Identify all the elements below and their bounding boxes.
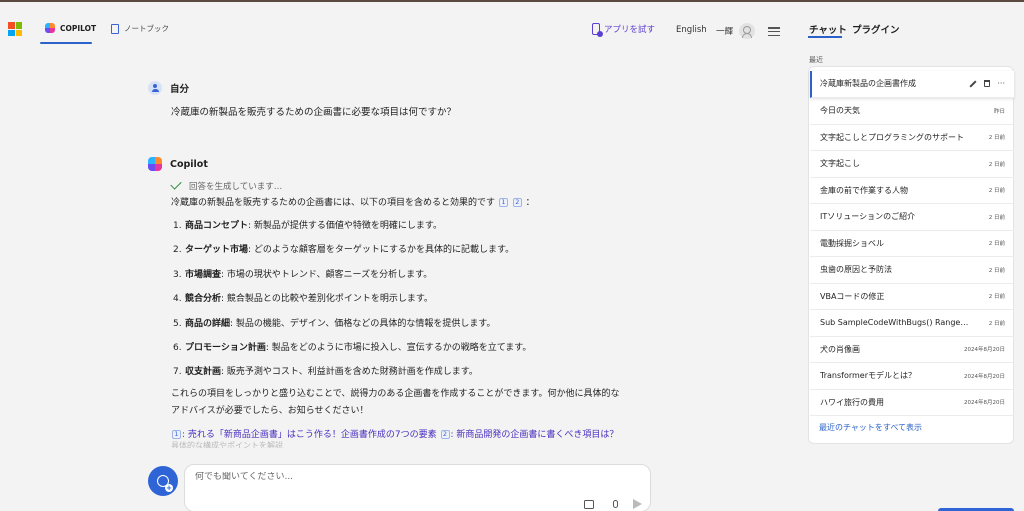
tab-plugins[interactable]: プラグイン bbox=[852, 22, 900, 36]
recent-heading: 最近 bbox=[809, 56, 823, 64]
list-item: 6. プロモーション計画: 製品をどのように市場に投入し、宣伝するかの戦略を立てま… bbox=[173, 342, 532, 353]
closing-line-1: これらの項目をしっかりと盛り込むことで、説得力のある企画書を作成することができま… bbox=[171, 388, 620, 399]
edit-icon[interactable] bbox=[969, 80, 977, 88]
citation-1[interactable]: 1 bbox=[498, 198, 508, 207]
reference-2-number[interactable]: 2 bbox=[440, 429, 450, 439]
reference-2-link[interactable]: : 新商品開発の企画書に書くべき項目は？ bbox=[451, 430, 619, 440]
chat-item[interactable]: 虫歯の原因と予防法 2 日前 bbox=[810, 257, 1014, 284]
active-tab-indicator bbox=[40, 42, 92, 44]
list-item: 3. 市場調査: 市場の現状やトレンド、顧客ニーズを分析します。 bbox=[173, 269, 433, 280]
list-item: 1. 商品コンセプト: 新製品が提供する価値や特徴を明確にします。 bbox=[173, 221, 443, 231]
panel-tab-indicator bbox=[808, 36, 842, 38]
new-topic-button[interactable] bbox=[148, 466, 178, 496]
reference-1-number[interactable]: 1 bbox=[172, 429, 181, 439]
try-app-label: アプリを試す bbox=[604, 25, 656, 35]
user-avatar-icon bbox=[148, 81, 162, 95]
list-item: 5. 商品の詳細: 製品の機能、デザイン、価格などの具体的な情報を提供します。 bbox=[173, 318, 496, 329]
chat-item[interactable]: ITソリューションのご紹介 2 日前 bbox=[810, 204, 1014, 231]
chat-item[interactable]: 文字起こしとプログラミングのサポート 2 日前 bbox=[810, 125, 1014, 151]
chat-input[interactable] bbox=[195, 472, 635, 482]
chat-item[interactable]: 金庫の前で作業する人物 2 日前 bbox=[810, 178, 1014, 204]
show-all-chats-link[interactable]: 最近のチャットをすべて表示 bbox=[819, 422, 922, 433]
new-chat-icon bbox=[157, 475, 173, 492]
recent-chats-list: 冷蔵庫新製品の企画書作成 ··· 今日の天気 昨日 文字起こしとプログラミングのサ… bbox=[808, 66, 1014, 444]
tab-chat[interactable]: チャット bbox=[809, 22, 847, 36]
chat-item[interactable]: 文字起こし 2 日前 bbox=[810, 151, 1014, 178]
chat-actions: ··· bbox=[969, 79, 1005, 88]
menu-icon[interactable] bbox=[768, 27, 780, 36]
more-options-icon[interactable]: ··· bbox=[997, 79, 1005, 88]
generation-status: 回答を生成しています… bbox=[170, 178, 283, 192]
user-message: 冷蔵庫の新製品を販売するための企画書に必要な項目は何ですか？ bbox=[171, 107, 457, 118]
tab-copilot[interactable]: COPILOT bbox=[45, 23, 96, 33]
tab-notebook[interactable]: ノートブック bbox=[111, 23, 169, 34]
side-panel: チャット プラグイン 最近 冷蔵庫新製品の企画書作成 ··· 今日の天気 昨日 文… bbox=[800, 2, 1024, 511]
copilot-logo-icon bbox=[148, 157, 162, 171]
avatar-icon[interactable] bbox=[739, 23, 755, 39]
chat-item[interactable]: 犬の肖像画 2024年8月20日 bbox=[810, 337, 1014, 363]
tab-notebook-label: ノートブック bbox=[124, 24, 169, 33]
microsoft-logo-icon[interactable] bbox=[8, 22, 22, 36]
send-icon[interactable] bbox=[633, 499, 642, 509]
delete-icon[interactable] bbox=[984, 80, 991, 88]
intro-text: 冷蔵庫の新製品を販売するための企画書には、以下の項目を含めると効果的です bbox=[171, 198, 496, 208]
list-item: 2. ターゲット市場: どのような顧客層をターゲットにするかを具体的に記載します。 bbox=[173, 245, 515, 256]
chat-item[interactable]: Transformerモデルとは？ 2024年8月20日 bbox=[810, 363, 1014, 390]
chat-item[interactable]: 今日の天気 昨日 bbox=[810, 98, 1014, 125]
chat-title: 冷蔵庫新製品の企画書作成 bbox=[820, 79, 916, 89]
bot-message-body: 冷蔵庫の新製品を販売するための企画書には、以下の項目を含めると効果的です 1 2… bbox=[171, 197, 651, 448]
user-name[interactable]: 一輝 bbox=[716, 25, 733, 37]
checkmark-icon bbox=[170, 178, 182, 190]
bot-label: Copilot bbox=[170, 158, 208, 170]
chat-item[interactable]: ハワイ旅行の費用 2024年8月20日 bbox=[810, 390, 1014, 416]
response-closing: これらの項目をしっかりと盛り込むことで、説得力のある企画書を作成することができま… bbox=[171, 386, 651, 420]
intro-end: ： bbox=[525, 198, 535, 208]
copilot-icon bbox=[45, 23, 55, 33]
reference-1-link[interactable]: : 売れる「新商品企画書」はこう作る！企画書作成の7つの要素 bbox=[182, 430, 437, 440]
user-label: 自分 bbox=[170, 84, 190, 95]
chat-item[interactable]: VBAコードの修正 2 日前 bbox=[810, 284, 1014, 310]
microphone-icon[interactable] bbox=[613, 500, 618, 508]
notebook-icon bbox=[111, 23, 119, 34]
status-text: 回答を生成しています… bbox=[189, 182, 283, 192]
phone-icon bbox=[592, 23, 603, 37]
list-item: 4. 競合分析: 競合製品との比較や差別化ポイントを明示します。 bbox=[173, 294, 433, 305]
chat-item[interactable]: Sub SampleCodeWithBugs() Range("A1").2 日… bbox=[810, 310, 1014, 337]
chat-composer bbox=[184, 464, 651, 511]
citation-2[interactable]: 2 bbox=[512, 198, 522, 207]
user-message-header: 自分 bbox=[148, 81, 189, 95]
closing-line-2: アドバイスが必要でしたら、お知らせください！ bbox=[171, 405, 369, 416]
chat-item[interactable]: 電動採掘ショベル 2 日前 bbox=[810, 231, 1014, 257]
top-bar: COPILOT ノートブック アプリを試す English 一輝 bbox=[0, 2, 800, 46]
chat-item-selected[interactable]: 冷蔵庫新製品の企画書作成 ··· bbox=[810, 71, 1014, 98]
response-intro: 冷蔵庫の新製品を販売するための企画書には、以下の項目を含めると効果的です 1 2… bbox=[171, 197, 651, 210]
response-list: 1. 商品コンセプト: 新製品が提供する価値や特徴を明確にします。 2. ターゲット… bbox=[171, 219, 651, 390]
bot-message-header: Copilot bbox=[148, 157, 208, 171]
language-button[interactable]: English bbox=[676, 25, 707, 35]
tab-copilot-label: COPILOT bbox=[60, 23, 97, 33]
image-upload-icon[interactable] bbox=[584, 500, 594, 509]
try-app-button[interactable]: アプリを試す bbox=[592, 23, 656, 37]
